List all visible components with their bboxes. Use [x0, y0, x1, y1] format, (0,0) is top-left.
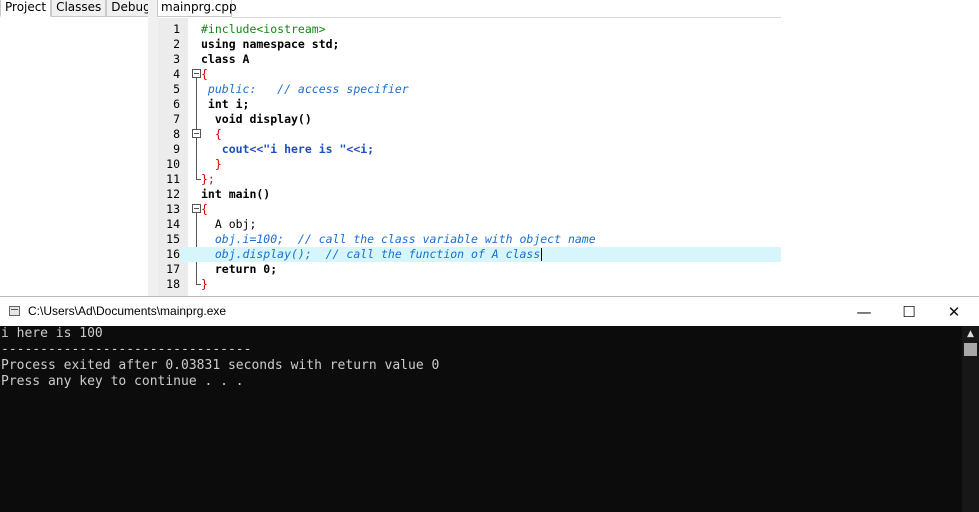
line-number: 18 [166, 277, 180, 291]
code-text: int i; [201, 97, 250, 111]
code-line: 18} [158, 277, 781, 292]
scrollbar-thumb[interactable] [964, 343, 977, 356]
line-number: 1 [173, 22, 180, 36]
code-line: 13 { [158, 202, 781, 217]
line-number: 15 [166, 232, 180, 246]
code-text: int main() [201, 187, 271, 201]
code-text: void display() [201, 112, 312, 126]
line-number: 3 [173, 52, 180, 66]
code-line: 12 int main() [158, 187, 781, 202]
output-line: i here is 100 [1, 326, 103, 341]
code-line: 10 } [158, 157, 781, 172]
code-line: 15 obj.i=100; // call the class variable… [158, 232, 781, 247]
console-titlebar[interactable]: C:\Users\Ad\Documents\mainprg.exe — ☐ ✕ [0, 296, 979, 327]
code-text: { [201, 67, 208, 81]
line-number: 14 [166, 217, 180, 231]
line-number: 13 [166, 202, 180, 216]
console-window[interactable]: C:\Users\Ad\Documents\mainprg.exe — ☐ ✕ … [0, 296, 979, 512]
line-number: 10 [166, 157, 180, 171]
line-number: 16 [158, 247, 180, 262]
code-text: } [201, 277, 208, 291]
code-line: 7 void display() [158, 112, 781, 127]
output-line: Press any key to continue . . . [1, 374, 244, 389]
code-text: } [201, 157, 222, 171]
code-text: obj.display(); // call the function of A… [201, 247, 543, 261]
tab-project[interactable]: Project [0, 0, 52, 17]
code-line: 8 { [158, 127, 781, 142]
code-line: 1 #include<iostream> [158, 22, 781, 37]
line-number: 11 [166, 172, 180, 186]
window-title: C:\Users\Ad\Documents\mainprg.exe [28, 304, 227, 318]
minimize-button[interactable]: — [841, 297, 887, 327]
code-text: cout<<"i here is "<<i; [201, 142, 375, 156]
code-text: }; [201, 172, 215, 186]
code-text: { [201, 127, 222, 141]
output-line: Process exited after 0.03831 seconds wit… [1, 358, 440, 373]
project-browser-panel[interactable] [0, 17, 149, 297]
code-editor[interactable]: 1 #include<iostream> 2 using namespace std… [158, 18, 781, 297]
console-app-icon[interactable] [9, 306, 20, 316]
close-button[interactable]: ✕ [931, 297, 977, 327]
current-code-line: 16 obj.display(); // call the function o… [158, 247, 781, 262]
line-number: 8 [173, 127, 180, 141]
line-number: 17 [166, 262, 180, 276]
code-text: #include<iostream> [201, 22, 326, 36]
code-line: 2 using namespace std; [158, 37, 781, 52]
line-number: 5 [173, 82, 180, 96]
code-line: 3 class A [158, 52, 781, 67]
code-line: 11}; [158, 172, 781, 187]
output-separator: -------------------------------- [1, 342, 252, 357]
code-text: obj.i=100; // call the class variable wi… [201, 232, 596, 246]
line-number: 9 [173, 142, 180, 156]
line-number: 7 [173, 112, 180, 126]
code-line: 14 A obj; [158, 217, 781, 232]
code-text: public: // access specifier [201, 82, 409, 96]
line-number: 6 [173, 97, 180, 111]
code-text: { [201, 202, 208, 216]
tab-classes[interactable]: Classes [51, 0, 107, 17]
code-line: 5 public: // access specifier [158, 82, 781, 97]
panel-splitter[interactable] [148, 0, 158, 297]
code-text: return 0; [201, 262, 278, 276]
scroll-up-arrow-icon[interactable]: ▲ [962, 326, 979, 342]
line-number: 2 [173, 37, 180, 51]
line-number: 4 [173, 67, 180, 81]
vertical-scrollbar[interactable]: ▲ [962, 326, 979, 512]
line-number: 12 [166, 187, 180, 201]
terminal-output-area[interactable]: i here is 100 --------------------------… [0, 326, 962, 512]
maximize-button[interactable]: ☐ [886, 297, 932, 327]
code-line: 17 return 0; [158, 262, 781, 277]
left-panel-tabs: Project Classes Debug [0, 0, 156, 17]
code-text: A obj; [201, 217, 257, 231]
editor-tab-mainprg[interactable]: mainprg.cpp [157, 0, 237, 17]
code-line: 6 int i; [158, 97, 781, 112]
code-text: class A [201, 52, 250, 66]
code-line: 9 cout<<"i here is "<<i; [158, 142, 781, 157]
code-line: 4{ [158, 67, 781, 82]
ide-window: Project Classes Debug mainprg.cpp 1 #incl… [0, 0, 979, 297]
text-cursor [541, 248, 543, 261]
code-text: using namespace std; [201, 37, 340, 51]
